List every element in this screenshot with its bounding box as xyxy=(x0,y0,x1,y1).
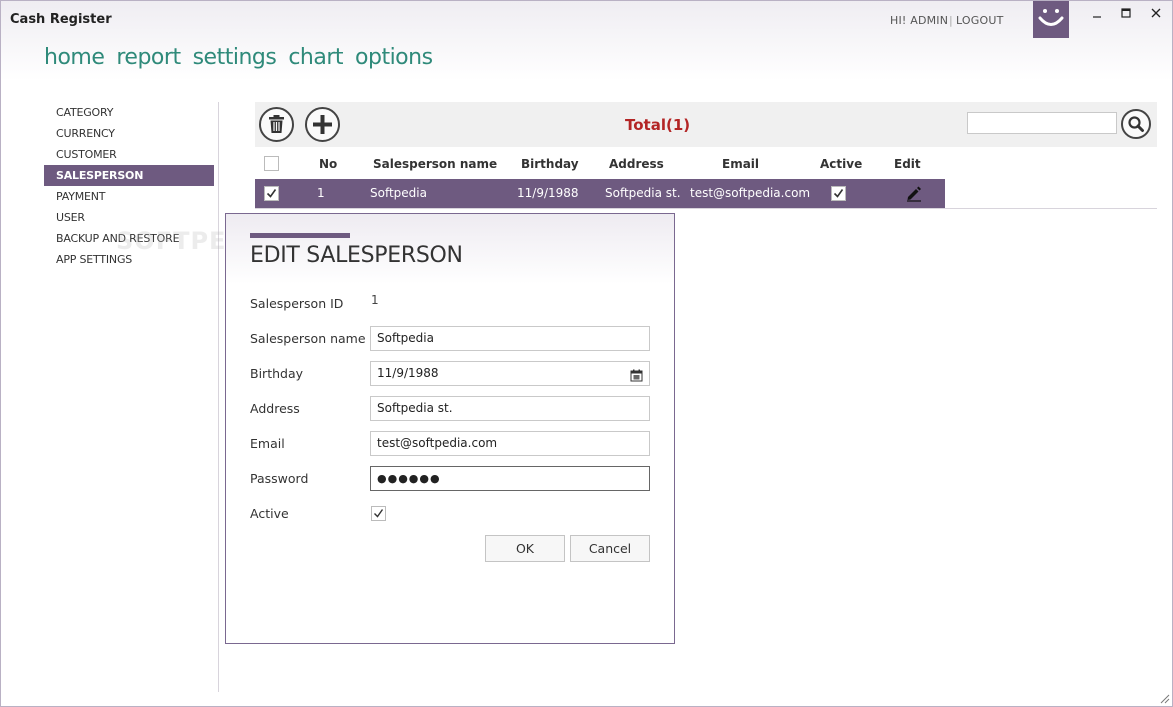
total-count: Total(1) xyxy=(625,116,691,134)
sidebar-item-salesperson[interactable]: SALESPERSON xyxy=(44,165,214,186)
edit-row-button[interactable] xyxy=(905,184,923,202)
user-greeting: HI! ADMIN xyxy=(890,14,949,27)
dialog-title: EDIT SALESPERSON xyxy=(250,243,463,268)
checkmark-icon xyxy=(266,189,277,198)
col-birthday[interactable]: Birthday xyxy=(521,157,579,171)
close-icon xyxy=(1151,8,1161,18)
calendar-icon[interactable] xyxy=(630,367,643,390)
table-divider xyxy=(255,208,1157,209)
salesperson-name-label: Salesperson name xyxy=(250,331,366,346)
add-button[interactable] xyxy=(305,107,340,142)
col-salesperson-name[interactable]: Salesperson name xyxy=(373,157,497,171)
nav-chart[interactable]: chart xyxy=(288,45,343,70)
list-toolbar: Total(1) xyxy=(255,102,1157,147)
maximize-button[interactable] xyxy=(1114,6,1138,26)
search-button[interactable] xyxy=(1121,109,1151,139)
dialog-accent-bar xyxy=(250,233,350,238)
cell-address: Softpedia st. xyxy=(605,186,681,200)
minimize-icon xyxy=(1093,16,1101,18)
table-row[interactable]: 1 Softpedia 11/9/1988 Softpedia st. test… xyxy=(255,179,945,208)
email-field[interactable]: test@softpedia.com xyxy=(370,431,650,456)
salesperson-id-value: 1 xyxy=(371,293,379,307)
select-all-checkbox[interactable] xyxy=(264,156,279,171)
col-no[interactable]: No xyxy=(319,157,337,171)
col-email[interactable]: Email xyxy=(722,157,759,171)
magnifier-icon xyxy=(1128,116,1144,132)
address-label: Address xyxy=(250,401,300,416)
password-label: Password xyxy=(250,471,309,486)
logout-link[interactable]: LOGOUT xyxy=(956,14,1004,27)
maximize-icon xyxy=(1121,8,1131,18)
header-separator: | xyxy=(949,14,953,27)
pencil-icon xyxy=(907,186,921,202)
cell-birthday: 11/9/1988 xyxy=(517,186,579,200)
checkmark-icon xyxy=(833,189,844,198)
birthday-value: 11/9/1988 xyxy=(377,366,439,380)
col-active[interactable]: Active xyxy=(820,157,862,171)
sidebar-item-category[interactable]: CATEGORY xyxy=(44,102,214,123)
app-window: Cash Register HI! ADMIN | LOGOUT home re… xyxy=(0,0,1173,707)
plus-icon xyxy=(313,115,332,134)
row-active-checkbox[interactable] xyxy=(831,186,846,201)
sidebar-item-user[interactable]: USER xyxy=(44,207,214,228)
birthday-datepicker[interactable]: 11/9/1988 xyxy=(370,361,650,386)
close-button[interactable] xyxy=(1144,6,1168,26)
checkmark-icon xyxy=(374,509,384,518)
password-field[interactable]: ●●●●●● xyxy=(370,466,650,491)
cell-email: test@softpedia.com xyxy=(690,186,811,200)
cell-name: Softpedia xyxy=(370,186,427,200)
active-label: Active xyxy=(250,506,289,521)
delete-button[interactable] xyxy=(259,107,294,142)
trash-icon xyxy=(269,115,284,133)
row-select-checkbox[interactable] xyxy=(264,186,279,201)
cancel-button[interactable]: Cancel xyxy=(570,535,650,562)
sidebar-item-customer[interactable]: CUSTOMER xyxy=(44,144,214,165)
settings-sidebar: CATEGORY CURRENCY CUSTOMER SALESPERSON P… xyxy=(44,102,214,270)
resize-grip-icon[interactable] xyxy=(1158,692,1170,704)
nav-home[interactable]: home xyxy=(44,45,105,70)
search-input[interactable] xyxy=(967,112,1117,134)
col-address[interactable]: Address xyxy=(609,157,664,171)
nav-report[interactable]: report xyxy=(116,45,181,70)
salesperson-id-label: Salesperson ID xyxy=(250,296,344,311)
sidebar-item-currency[interactable]: CURRENCY xyxy=(44,123,214,144)
edit-salesperson-dialog: EDIT SALESPERSON Salesperson ID 1 Salesp… xyxy=(225,213,675,644)
active-checkbox[interactable] xyxy=(371,506,386,521)
salesperson-name-field[interactable]: Softpedia xyxy=(370,326,650,351)
minimize-button[interactable] xyxy=(1085,6,1109,26)
sidebar-item-payment[interactable]: PAYMENT xyxy=(44,186,214,207)
email-label: Email xyxy=(250,436,285,451)
window-title: Cash Register xyxy=(10,12,112,27)
ok-button[interactable]: OK xyxy=(485,535,565,562)
nav-settings[interactable]: settings xyxy=(193,45,277,70)
cell-no: 1 xyxy=(317,186,325,200)
sidebar-divider xyxy=(218,102,219,692)
sidebar-item-app-settings[interactable]: APP SETTINGS xyxy=(44,249,214,270)
table-header: No Salesperson name Birthday Address Ema… xyxy=(255,151,1157,179)
nav-options[interactable]: options xyxy=(355,45,433,70)
smiley-icon xyxy=(1033,1,1069,38)
address-field[interactable]: Softpedia st. xyxy=(370,396,650,421)
birthday-label: Birthday xyxy=(250,366,304,381)
salesperson-table: No Salesperson name Birthday Address Ema… xyxy=(255,151,1157,209)
col-edit[interactable]: Edit xyxy=(894,157,921,171)
sidebar-item-backup-restore[interactable]: BACKUP AND RESTORE xyxy=(44,228,214,249)
main-nav: home report settings chart options xyxy=(44,45,433,70)
